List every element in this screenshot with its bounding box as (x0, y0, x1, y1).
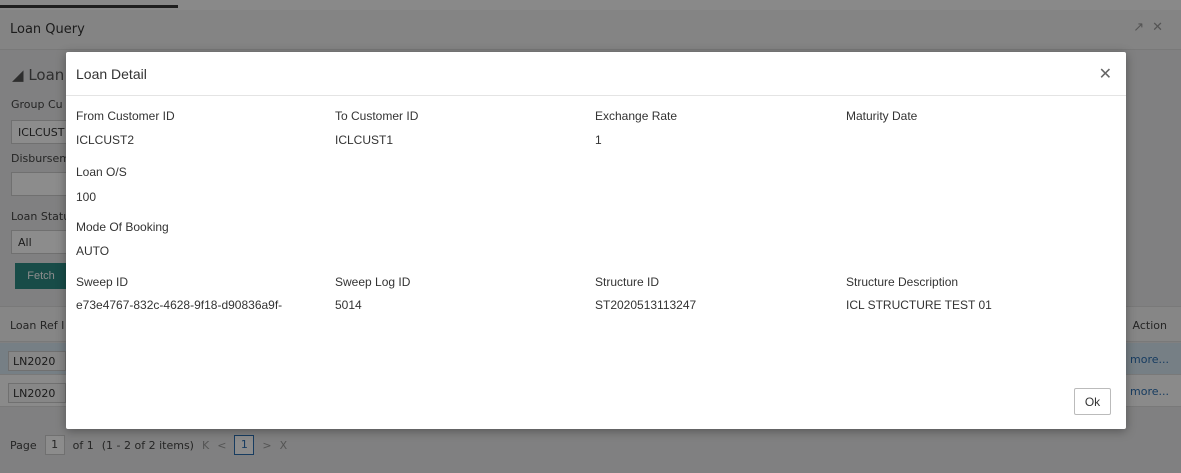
sweep-id-label: Sweep ID (76, 275, 129, 289)
loan-os-label: Loan O/S (76, 165, 127, 179)
from-customer-id-label: From Customer ID (76, 109, 175, 123)
sweep-log-id-value: 5014 (335, 298, 362, 312)
mode-of-booking-label: Mode Of Booking (76, 220, 169, 234)
loan-detail-dialog: Loan Detail ✕ From Customer ID ICLCUST2 … (66, 52, 1126, 429)
sweep-id-value: e73e4767-832c-4628-9f18-d90836a9f- (76, 298, 283, 312)
ok-button[interactable]: Ok (1074, 388, 1111, 415)
to-customer-id-value: ICLCUST1 (335, 133, 394, 147)
structure-id-label: Structure ID (595, 275, 660, 289)
modal-title: Loan Detail (76, 66, 147, 82)
structure-description-value: ICL STRUCTURE TEST 01 (846, 298, 992, 312)
structure-description-label: Structure Description (846, 275, 959, 289)
maturity-date-label: Maturity Date (846, 109, 918, 123)
exchange-rate-label: Exchange Rate (595, 109, 678, 123)
close-icon[interactable]: ✕ (1099, 64, 1112, 84)
modal-header: Loan Detail ✕ (66, 52, 1126, 96)
from-customer-id-value: ICLCUST2 (76, 133, 135, 147)
mode-of-booking-value: AUTO (76, 244, 110, 258)
exchange-rate-value: 1 (595, 133, 602, 147)
to-customer-id-label: To Customer ID (335, 109, 419, 123)
structure-id-value: ST2020513113247 (595, 298, 697, 312)
loan-os-value: 100 (76, 190, 97, 204)
sweep-log-id-label: Sweep Log ID (335, 275, 411, 289)
